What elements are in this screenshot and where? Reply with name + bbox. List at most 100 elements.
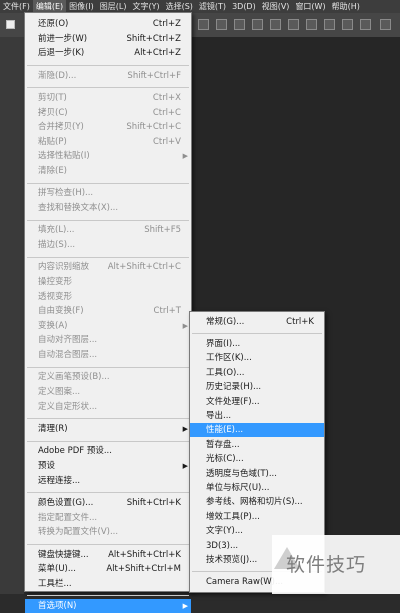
edit-menu-item[interactable]: 清除(E) [25, 164, 191, 178]
prefs-menu-item-label: 光标(C)... [206, 454, 244, 465]
edit-menu-item-label: 剪切(T) [38, 93, 67, 103]
prefs-menu-item[interactable]: 工作区(K)... [190, 351, 324, 365]
distribute-icon[interactable] [306, 19, 317, 30]
edit-menu-item[interactable]: 填充(L)... Shift+F5 [25, 223, 191, 237]
edit-menu-item[interactable]: 粘贴(P) Ctrl+V [25, 135, 191, 149]
prefs-menu-item[interactable]: 文件处理(F)... [190, 395, 324, 409]
prefs-menu-item[interactable]: 工具(O)... [190, 366, 324, 380]
edit-menu-item-label: 透视变形 [38, 291, 73, 302]
menubar-item[interactable]: 帮助(H) [329, 0, 363, 13]
edit-menu-item[interactable]: 剪切(T) Ctrl+X [25, 91, 191, 105]
edit-menu-item[interactable]: 操控变形 [25, 275, 191, 289]
edit-menu-item-label: 粘贴(P) [38, 136, 67, 147]
edit-menu-item[interactable]: 还原(O) Ctrl+Z [25, 17, 191, 31]
edit-menu-item[interactable]: 查找和替换文本(X)... [25, 201, 191, 215]
edit-menu-item[interactable]: 自由变换(F) Ctrl+T [25, 304, 191, 318]
edit-menu-item-shortcut: Ctrl+V [152, 136, 181, 147]
options-checkbox[interactable] [6, 20, 15, 29]
edit-menu-item-label: 描边(S)... [38, 240, 76, 250]
edit-menu-item-label: 定义画笔预设(B)... [38, 372, 110, 383]
menu-separator [27, 219, 189, 221]
edit-menu-item[interactable]: 键盘快捷键... Alt+Shift+Ctrl+K [25, 548, 191, 562]
edit-menu-item[interactable]: 后退一步(K) Alt+Ctrl+Z [25, 46, 191, 60]
prefs-menu-item[interactable]: 性能(E)... [190, 423, 324, 438]
edit-menu-item-shortcut: Alt+Shift+Ctrl+M [106, 564, 181, 575]
edit-menu-item[interactable]: 自动对齐图层... [25, 333, 191, 347]
edit-menu-item[interactable]: 描边(S)... [25, 238, 191, 252]
menu-separator [27, 440, 189, 442]
edit-menu-item[interactable]: 定义图案... [25, 385, 191, 399]
prefs-menu-item[interactable]: 增效工具(P)... [190, 510, 324, 524]
edit-menu-item-label: 合并拷贝(Y) [38, 122, 84, 133]
3d-mode-icon[interactable] [380, 19, 391, 30]
edit-menu-item-label: 拷贝(C) [38, 107, 68, 118]
edit-menu-item[interactable]: 内容识别缩放 Alt+Shift+Ctrl+C [25, 260, 191, 274]
edit-menu-item[interactable]: 定义画笔预设(B)... [25, 370, 191, 384]
edit-menu-item-shortcut: Alt+Shift+Ctrl+C [107, 262, 181, 273]
submenu-arrow-icon: ▶ [182, 321, 188, 330]
edit-menu-item-shortcut: Alt+Shift+Ctrl+K [108, 549, 181, 560]
edit-menu-item-label: 颜色设置(G)... [38, 498, 94, 508]
prefs-menu-item[interactable]: 暂存盘... [190, 438, 324, 452]
edit-menu-item[interactable]: 透视变形 [25, 290, 191, 304]
edit-menu-item[interactable]: Adobe PDF 预设... [25, 444, 191, 458]
submenu-arrow-icon: ▶ [182, 602, 188, 611]
watermark: 软件技巧 [272, 535, 400, 594]
edit-menu-item[interactable]: 远程连接... [25, 474, 191, 488]
edit-menu-item[interactable]: 前进一步(W) Shift+Ctrl+Z [25, 32, 191, 46]
edit-menu-item[interactable]: 菜单(U)... Alt+Shift+Ctrl+M [25, 562, 191, 576]
menubar-item[interactable]: 滤镜(T) [196, 0, 229, 13]
edit-menu-item[interactable]: 自动混合图层... [25, 348, 191, 362]
prefs-menu-item[interactable]: 光标(C)... [190, 452, 324, 466]
edit-menu-item[interactable]: 预设 ▶ [25, 459, 191, 473]
edit-menu-item[interactable]: 拼写检查(H)... [25, 186, 191, 200]
edit-menu-item-label: 选择性粘贴(I) [38, 151, 90, 162]
edit-menu-item[interactable]: 转换为配置文件(V)... [25, 525, 191, 539]
prefs-menu-item-label: 暂存盘... [206, 439, 240, 450]
edit-menu-item[interactable]: 首选项(N) ▶ [25, 599, 191, 613]
edit-menu-item[interactable]: 渐隐(D)... Shift+Ctrl+F [25, 69, 191, 83]
edit-menu-item[interactable]: 选择性粘贴(I) ▶ [25, 149, 191, 163]
edit-menu-item-label: 内容识别缩放 [38, 262, 90, 273]
edit-menu-item-shortcut: Ctrl+C [152, 107, 181, 118]
edit-menu-item[interactable]: 工具栏... [25, 577, 191, 591]
edit-menu-item[interactable]: 指定配置文件... [25, 511, 191, 525]
align-center-icon[interactable] [216, 19, 227, 30]
prefs-menu-item[interactable]: 历史记录(H)... [190, 380, 324, 394]
distribute-right-icon[interactable] [342, 19, 353, 30]
align-middle-icon[interactable] [270, 19, 281, 30]
menubar-item[interactable]: 3D(D) [229, 0, 259, 13]
align-right-icon[interactable] [234, 19, 245, 30]
edit-menu-item-shortcut: Shift+Ctrl+Z [126, 33, 181, 44]
distribute-center-icon[interactable] [324, 19, 335, 30]
edit-menu-item-label: 转换为配置文件(V)... [38, 527, 119, 538]
edit-menu-item-label: 前进一步(W) [38, 33, 88, 44]
edit-menu-item[interactable]: 拷贝(C) Ctrl+C [25, 106, 191, 120]
prefs-menu-item[interactable]: 透明度与色域(T)... [190, 467, 324, 481]
prefs-menu-item[interactable]: 常规(G)... Ctrl+K [190, 315, 324, 329]
edit-menu-item[interactable]: 清理(R) ▶ [25, 422, 191, 436]
menubar-item[interactable]: 视图(V) [259, 0, 293, 13]
align-top-icon[interactable] [252, 19, 263, 30]
edit-menu-item-shortcut: Shift+Ctrl+C [126, 122, 181, 133]
align-left-icon[interactable] [198, 19, 209, 30]
menu-separator [27, 418, 189, 420]
edit-menu-item-label: 清除(E) [38, 166, 68, 176]
edit-menu-item-label: 渐隐(D)... [38, 70, 77, 81]
submenu-arrow-icon: ▶ [182, 152, 188, 161]
menu-separator [27, 595, 189, 597]
prefs-menu-item-label: 工具(O)... [206, 367, 245, 378]
prefs-menu-item[interactable]: 界面(I)... [190, 337, 324, 351]
prefs-menu-item[interactable]: 参考线、网格和切片(S)... [190, 495, 324, 509]
menubar-item[interactable]: 窗口(W) [292, 0, 328, 13]
align-bottom-icon[interactable] [288, 19, 299, 30]
edit-menu-item-label: 填充(L)... [38, 225, 75, 236]
edit-menu-item[interactable]: 定义自定形状... [25, 400, 191, 414]
prefs-menu-item[interactable]: 导出... [190, 409, 324, 423]
edit-menu-item[interactable]: 合并拷贝(Y) Shift+Ctrl+C [25, 120, 191, 134]
prefs-menu-item-label: 历史记录(H)... [206, 382, 262, 393]
auto-align-icon[interactable] [360, 19, 371, 30]
edit-menu-item[interactable]: 颜色设置(G)... Shift+Ctrl+K [25, 496, 191, 510]
edit-menu-item[interactable]: 变换(A) ▶ [25, 319, 191, 333]
prefs-menu-item[interactable]: 单位与标尺(U)... [190, 481, 324, 495]
